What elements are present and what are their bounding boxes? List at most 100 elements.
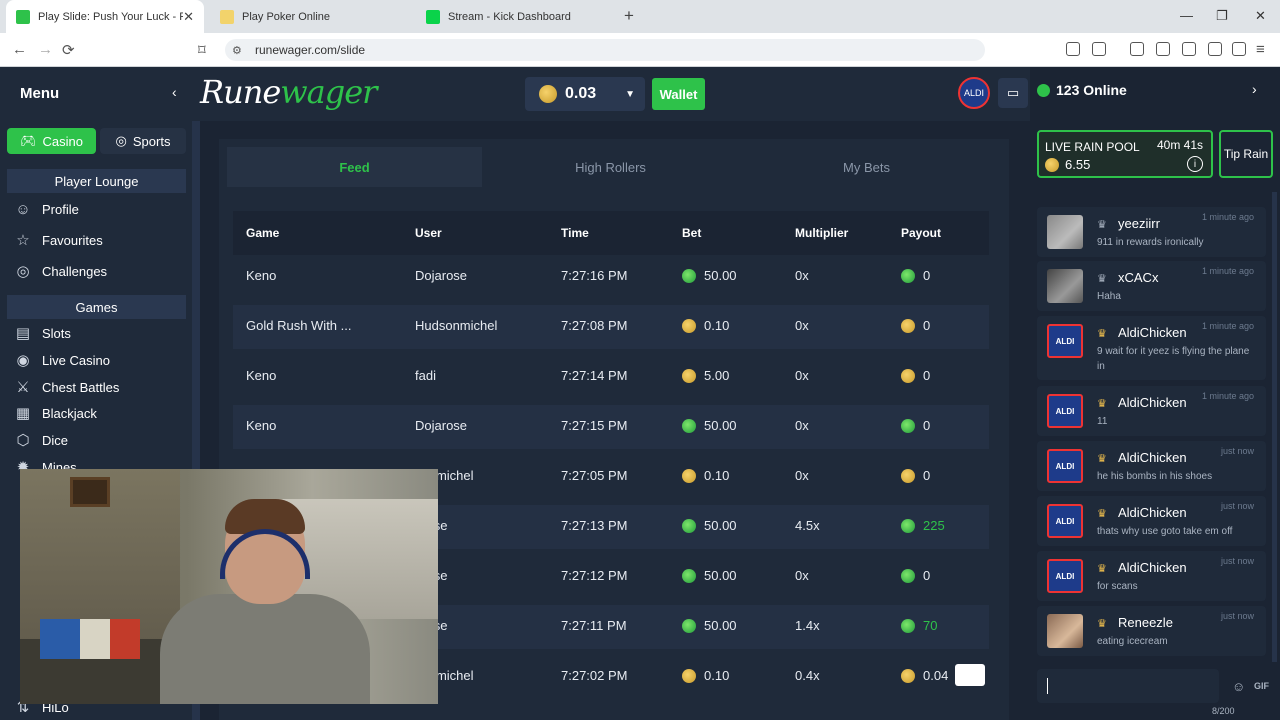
chat-username[interactable]: AldiChicken xyxy=(1118,560,1187,575)
back-icon[interactable]: ← xyxy=(12,41,27,58)
site-info-icon[interactable]: ⚙ xyxy=(232,44,242,57)
chat-scrollbar[interactable] xyxy=(1272,192,1277,662)
cell-payout: 0 xyxy=(901,468,930,483)
casino-toggle[interactable]: 🎮︎ Casino xyxy=(7,128,96,154)
bookmark-icon[interactable]: ⌑ xyxy=(198,41,206,59)
games-header: Games xyxy=(7,295,186,319)
gold-coin-icon xyxy=(682,318,696,333)
tip-rain-button[interactable]: Tip Rain xyxy=(1219,130,1273,178)
sidebar-item-challenges[interactable]: ◎ Challenges xyxy=(14,261,107,281)
text-caret xyxy=(1047,678,1048,694)
close-tab-icon[interactable]: ✕ xyxy=(183,9,194,25)
balance-selector[interactable]: 0.03 ▼ xyxy=(525,77,645,111)
sidebar-item-dice[interactable]: ⬡ Dice xyxy=(14,430,68,450)
browser-tab-bar: Play Slide: Push Your Luck - Rune ✕ Play… xyxy=(0,0,1280,33)
shield-icon[interactable] xyxy=(1232,42,1246,56)
sidebar-item-live-casino[interactable]: ◉ Live Casino xyxy=(14,350,109,370)
chat-input[interactable] xyxy=(1037,669,1219,703)
chat-username[interactable]: Reneezle xyxy=(1118,615,1173,630)
chat-avatar[interactable] xyxy=(1047,215,1083,249)
reload-icon[interactable]: ⟳ xyxy=(62,41,75,59)
chat-username[interactable]: yeeziirr xyxy=(1118,216,1160,231)
maximize-button[interactable]: ❐ xyxy=(1216,8,1228,24)
chevron-right-icon[interactable]: › xyxy=(1252,81,1257,97)
table-row[interactable]: Gold Rush With ... Hudsonmichel 7:27:08 PM… xyxy=(233,305,989,349)
extensions-icon[interactable] xyxy=(1066,42,1080,56)
sidebar-item-profile[interactable]: ☺ Profile xyxy=(14,199,79,219)
chat-timestamp: 1 minute ago xyxy=(1201,391,1254,401)
chat-toggle-icon[interactable]: ▭ xyxy=(998,78,1028,108)
sidebar-item-chest-battles[interactable]: ⚔ Chest Battles xyxy=(14,377,119,397)
cell-multiplier: 0x xyxy=(795,368,809,383)
sports-toggle[interactable]: ◎ Sports xyxy=(100,128,186,154)
cell-bet: 50.00 xyxy=(682,568,737,583)
chat-username[interactable]: AldiChicken xyxy=(1118,325,1187,340)
sidebar-icon[interactable] xyxy=(1156,42,1170,56)
browser-menu-icon[interactable]: ≡ xyxy=(1256,41,1265,58)
tab-title: Play Poker Online xyxy=(242,10,331,23)
bet-value: 0.10 xyxy=(704,668,730,683)
emoji-icon[interactable]: ☺ xyxy=(1232,679,1245,694)
cell-bet: 50.00 xyxy=(682,518,737,533)
tab-my-bets[interactable]: My Bets xyxy=(739,147,994,187)
sports-label: Sports xyxy=(132,133,171,149)
chat-timestamp: just now xyxy=(1220,501,1254,511)
cell-payout: 0 xyxy=(901,568,930,583)
minimize-button[interactable]: — xyxy=(1180,8,1193,23)
gamepad-icon: 🎮︎ xyxy=(20,133,37,148)
table-row[interactable]: Keno Dojarose 7:27:16 PM 50.00 0x 0 xyxy=(233,255,989,299)
chat-username[interactable]: AldiChicken xyxy=(1118,395,1187,410)
sidebar-item-blackjack[interactable]: ▦ Blackjack xyxy=(14,403,97,423)
cell-bet: 0.10 xyxy=(682,318,729,333)
info-icon[interactable]: i xyxy=(1187,156,1203,172)
gif-button[interactable]: GIF xyxy=(1254,681,1269,691)
payout-value: 70 xyxy=(923,618,938,633)
media-icon[interactable] xyxy=(1130,42,1144,56)
chat-username[interactable]: AldiChicken xyxy=(1118,505,1187,520)
cell-payout: 0 xyxy=(901,318,930,333)
chat-avatar[interactable] xyxy=(1047,614,1083,648)
browser-tab-poker[interactable]: Play Poker Online xyxy=(210,0,410,33)
gem-coin-icon xyxy=(682,518,696,533)
new-tab-button[interactable]: + xyxy=(624,6,634,26)
cell-game: Keno xyxy=(246,368,277,383)
chat-avatar[interactable]: ALDI xyxy=(1047,324,1083,358)
wallet-ext-icon[interactable] xyxy=(1182,42,1196,56)
sidebar-item-favourites[interactable]: ☆ Favourites xyxy=(14,230,102,250)
forward-icon[interactable]: → xyxy=(38,41,53,58)
close-window-button[interactable]: ✕ xyxy=(1255,8,1266,24)
extension-icon[interactable] xyxy=(1092,42,1106,56)
crown-icon: ♛ xyxy=(1097,563,1107,575)
webcam-picture-frame xyxy=(70,477,110,507)
chat-username[interactable]: AldiChicken xyxy=(1118,450,1187,465)
tab-feed[interactable]: Feed xyxy=(227,147,482,187)
sidebar-item-slots[interactable]: ▤ Slots xyxy=(14,323,71,343)
cell-user: fadi xyxy=(415,368,436,383)
rain-pool-label: LIVE RAIN POOL xyxy=(1045,140,1140,154)
bet-value: 50.00 xyxy=(704,518,737,533)
browser-tab-kick[interactable]: Stream - Kick Dashboard xyxy=(416,0,616,33)
table-row[interactable]: Keno fadi 7:27:14 PM 5.00 0x 0 xyxy=(233,355,989,399)
user-avatar[interactable]: ALDI xyxy=(958,77,990,109)
chat-avatar[interactable] xyxy=(1047,269,1083,303)
browser-tab-slide[interactable]: Play Slide: Push Your Luck - Rune ✕ xyxy=(6,0,204,33)
chat-bubble-icon[interactable] xyxy=(955,664,985,686)
ai-icon[interactable] xyxy=(1208,42,1222,56)
table-row[interactable]: Keno Dojarose 7:27:15 PM 50.00 0x 0 xyxy=(233,405,989,449)
chat-avatar[interactable]: ALDI xyxy=(1047,449,1083,483)
chat-avatar[interactable]: ALDI xyxy=(1047,394,1083,428)
chat-avatar[interactable]: ALDI xyxy=(1047,504,1083,538)
wallet-button[interactable]: Wallet xyxy=(652,78,705,110)
bet-value: 5.00 xyxy=(704,368,730,383)
gold-coin-icon xyxy=(682,468,696,483)
cell-bet: 50.00 xyxy=(682,268,737,283)
url-field[interactable]: runewager.com/slide xyxy=(225,39,985,61)
chat-avatar[interactable]: ALDI xyxy=(1047,559,1083,593)
collapse-sidebar-icon[interactable]: ‹ xyxy=(172,84,177,100)
table-header: Game User Time Bet Multiplier Payout xyxy=(233,211,989,255)
payout-value: 0 xyxy=(923,268,931,283)
chat-username[interactable]: xCACx xyxy=(1118,270,1158,285)
tab-high-rollers[interactable]: High Rollers xyxy=(483,147,738,187)
sidebar-item-label: Slots xyxy=(42,325,71,341)
runewager-logo[interactable]: Runewager xyxy=(200,73,377,111)
